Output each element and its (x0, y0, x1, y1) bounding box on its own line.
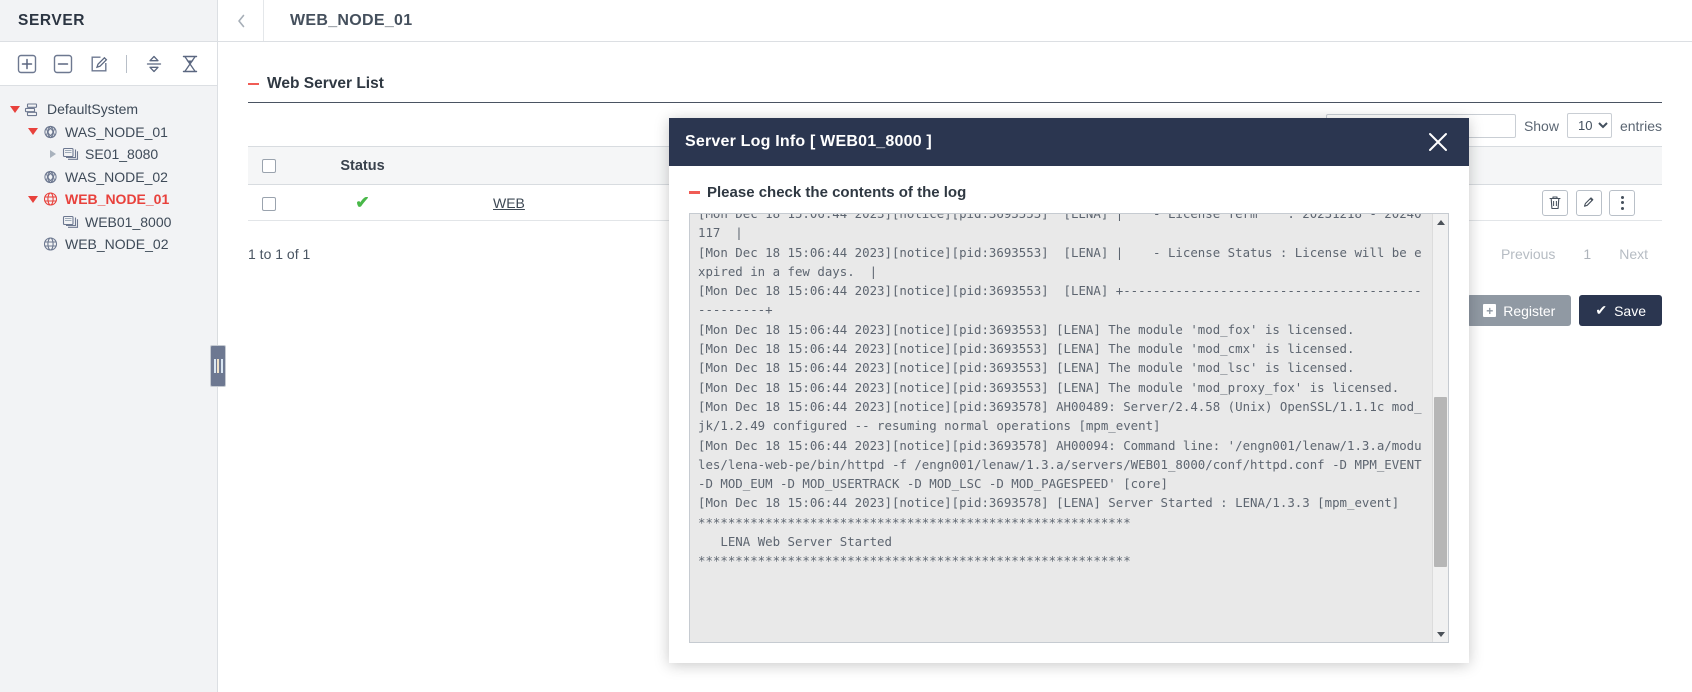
modal-header: Server Log Info [ WEB01_8000 ] (669, 118, 1469, 166)
hourglass-icon[interactable] (179, 53, 201, 75)
section-dash-icon (248, 83, 259, 86)
save-button[interactable]: ✔ Save (1579, 295, 1662, 326)
tree-item-label: SE01_8080 (80, 146, 158, 162)
section-title: Web Server List (267, 75, 384, 93)
select-all-header (248, 147, 290, 185)
tree-item-web-node-01[interactable]: WEB_NODE_01 (0, 188, 217, 211)
register-button-label: Register (1503, 303, 1555, 319)
scroll-up-arrow-icon[interactable] (1433, 214, 1449, 230)
main-content: WEB_NODE_01 Web Server List Search Show … (218, 0, 1692, 692)
caret-down-icon[interactable] (26, 196, 40, 203)
check-icon: ✔ (1595, 302, 1607, 319)
server-name-link[interactable]: WEB (493, 195, 525, 211)
was-node-icon (40, 124, 60, 140)
row-select-cell (248, 185, 290, 221)
edit-server-icon[interactable] (88, 53, 110, 75)
tree-item-web01-8000[interactable]: WEB01_8000 (0, 211, 217, 234)
tree-item-label: DefaultSystem (42, 101, 138, 117)
tree-item-defaultsystem[interactable]: DefaultSystem (0, 98, 217, 121)
expand-collapse-icon[interactable] (143, 53, 165, 75)
tree-item-label: WAS_NODE_01 (60, 124, 168, 140)
server-log-modal: Server Log Info [ WEB01_8000 ] Please ch… (669, 118, 1469, 663)
row-status-cell: ✔ (290, 185, 435, 221)
sidebar-collapse-handle[interactable] (210, 345, 226, 387)
section-header: Web Server List (248, 51, 1662, 103)
page-number-1[interactable]: 1 (1569, 239, 1605, 269)
tree-item-label: WAS_NODE_02 (60, 169, 168, 185)
grip-icon (214, 359, 223, 373)
log-text: [Mon Dec 18 15:06:44 2023][notice][pid:3… (690, 213, 1432, 642)
row-actions-header (1515, 147, 1662, 185)
entries-label: entries (1620, 118, 1662, 134)
modal-title: Server Log Info [ WEB01_8000 ] (685, 133, 932, 151)
modal-subtitle: Please check the contents of the log (707, 184, 966, 201)
scroll-down-arrow-icon[interactable] (1433, 626, 1449, 642)
instance-icon (60, 214, 80, 230)
log-scrollbar[interactable] (1432, 214, 1448, 642)
tree-item-label: WEB01_8000 (80, 214, 171, 230)
show-label: Show (1524, 118, 1559, 134)
sidebar: SERVER (0, 0, 218, 692)
next-page-button[interactable]: Next (1605, 239, 1662, 269)
caret-down-icon[interactable] (26, 128, 40, 135)
sidebar-title: SERVER (0, 0, 217, 42)
show-entries-select[interactable]: 10 (1567, 113, 1612, 138)
kebab-menu-icon[interactable] (1609, 190, 1635, 216)
instance-icon (60, 146, 80, 162)
tree-item-label: WEB_NODE_02 (60, 236, 168, 252)
subtitle-dash-icon (689, 191, 700, 194)
page-title: WEB_NODE_01 (264, 12, 412, 30)
tree-item-was-node-02[interactable]: WAS_NODE_02 (0, 166, 217, 189)
tree-item-web-node-02[interactable]: WEB_NODE_02 (0, 233, 217, 256)
web-node-icon (40, 236, 60, 252)
add-server-icon[interactable] (16, 53, 38, 75)
scrollbar-thumb[interactable] (1434, 397, 1447, 567)
tree-item-was-node-01[interactable]: WAS_NODE_01 (0, 121, 217, 144)
was-node-icon (40, 169, 60, 185)
register-button[interactable]: + Register (1467, 295, 1571, 326)
save-button-label: Save (1614, 303, 1646, 319)
tree-item-se01-8080[interactable]: SE01_8080 (0, 143, 217, 166)
caret-down-icon[interactable] (8, 106, 22, 113)
caret-right-icon[interactable] (46, 150, 60, 158)
topbar: WEB_NODE_01 (218, 0, 1692, 42)
pagination: Previous 1 Next (1487, 239, 1662, 269)
previous-page-button[interactable]: Previous (1487, 239, 1569, 269)
close-icon[interactable] (1421, 125, 1455, 159)
chevron-left-icon[interactable] (218, 0, 264, 41)
log-viewer[interactable]: [Mon Dec 18 15:06:44 2023][notice][pid:3… (689, 213, 1449, 643)
tree-item-label: WEB_NODE_01 (60, 191, 169, 207)
system-icon (22, 102, 42, 117)
plus-icon: + (1483, 304, 1496, 317)
select-all-checkbox[interactable] (262, 159, 276, 173)
pencil-icon[interactable] (1576, 190, 1602, 216)
toolbar-divider (126, 55, 127, 73)
row-checkbox[interactable] (262, 197, 276, 211)
table-info: 1 to 1 of 1 (248, 246, 310, 262)
sidebar-toolbar (0, 42, 217, 86)
check-icon: ✔ (355, 193, 369, 212)
status-header[interactable]: Status (290, 147, 435, 185)
remove-server-icon[interactable] (52, 53, 74, 75)
server-tree: DefaultSystem WAS_NODE_01 SE01_8080 (0, 86, 217, 256)
modal-body: Please check the contents of the log [Mo… (669, 166, 1469, 663)
row-actions-cell (1515, 185, 1662, 221)
web-node-icon (40, 191, 60, 207)
application-root: SERVER (0, 0, 1692, 692)
trash-icon[interactable] (1542, 190, 1568, 216)
modal-subtitle-row: Please check the contents of the log (689, 184, 1449, 201)
